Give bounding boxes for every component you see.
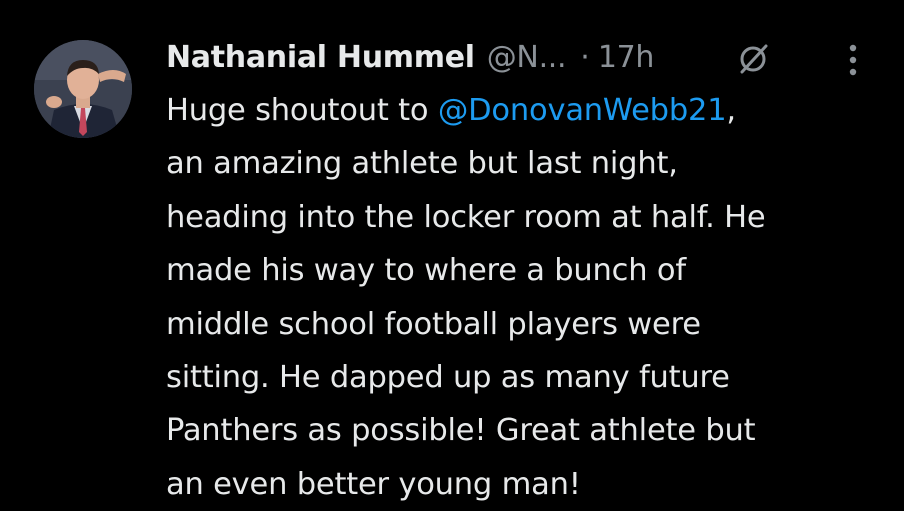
tweet-line: Huge shoutout to @DonovanWebb21, bbox=[166, 84, 886, 137]
mention-link[interactable]: @DonovanWebb21 bbox=[438, 93, 727, 128]
tweet[interactable]: Nathanial Hummel @N... · 17h Huge shouto… bbox=[0, 0, 904, 502]
tweet-line: sitting. He dapped up as many future bbox=[166, 360, 730, 396]
avatar[interactable] bbox=[34, 40, 132, 138]
tweet-text-segment: Huge shoutout to bbox=[166, 93, 438, 128]
tweet-text-segment: , bbox=[726, 93, 736, 128]
tweet-line: heading into the locker room at half. He bbox=[166, 199, 766, 235]
tweet-header: Nathanial Hummel @N... · 17h bbox=[166, 32, 654, 82]
more-options-icon[interactable] bbox=[838, 40, 868, 80]
mute-icon bbox=[740, 44, 768, 74]
tweet-line: made his way to where a bunch of bbox=[166, 253, 686, 289]
tweet-line: middle school football players were bbox=[166, 306, 701, 342]
author-handle[interactable]: @N... bbox=[487, 40, 567, 75]
tweet-text: Huge shoutout to @DonovanWebb21, an amaz… bbox=[166, 84, 886, 511]
separator-dot: · bbox=[580, 39, 590, 75]
tweet-timestamp[interactable]: 17h bbox=[598, 40, 655, 75]
tweet-line: Panthers as possible! Great athlete but bbox=[166, 413, 756, 449]
tweet-line: an amazing athlete but last night, bbox=[166, 146, 678, 182]
avatar-image bbox=[34, 40, 132, 138]
author-name[interactable]: Nathanial Hummel bbox=[166, 40, 475, 75]
tweet-line: an even better young man! bbox=[166, 466, 581, 502]
